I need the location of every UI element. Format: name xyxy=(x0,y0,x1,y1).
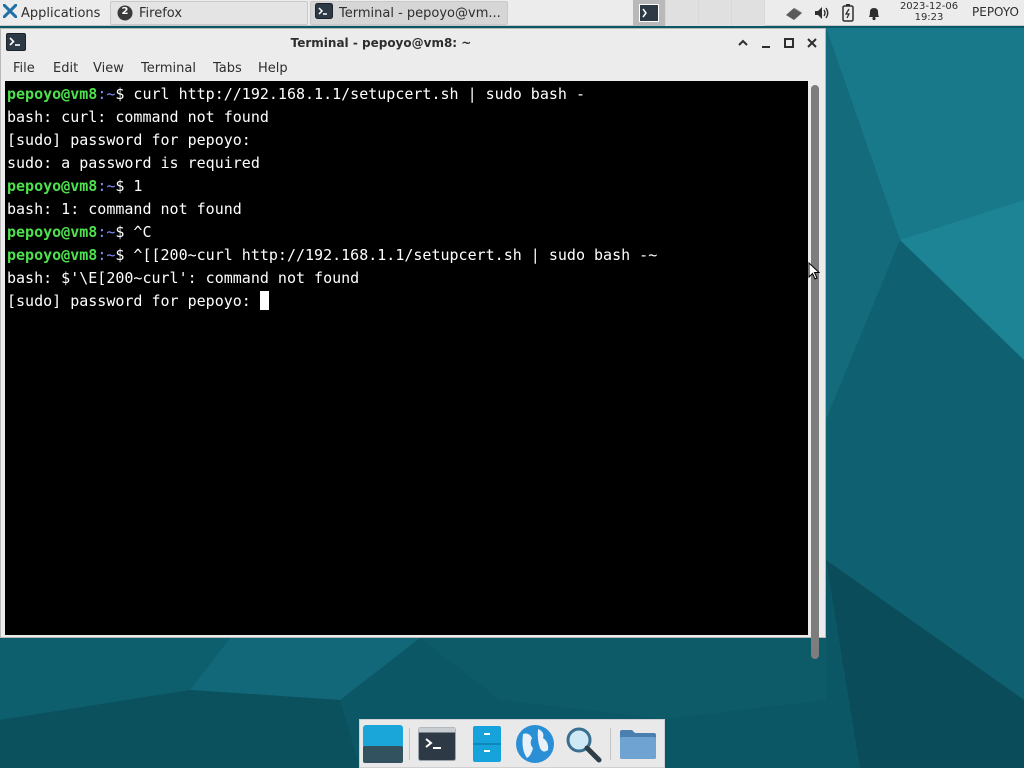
firefox-icon: 2 xyxy=(117,5,133,21)
file-manager-icon xyxy=(473,726,501,762)
battery-icon[interactable] xyxy=(838,3,858,23)
dock xyxy=(359,719,665,768)
text-cursor xyxy=(259,290,269,310)
line-text: sudo: a password is required xyxy=(7,154,260,172)
prompt-user: pepoyo@vm8 xyxy=(7,177,98,195)
taskbar-item-label: Terminal - pepoyo@vm... xyxy=(339,5,501,21)
terminal-line: [sudo] password for pepoyo: xyxy=(7,129,657,152)
bell-icon[interactable] xyxy=(864,3,884,23)
network-icon[interactable] xyxy=(784,3,804,23)
line-text: [sudo] password for pepoyo: xyxy=(7,292,260,310)
minimize-icon xyxy=(762,46,770,48)
web-browser-icon xyxy=(516,725,554,763)
terminal-icon xyxy=(639,4,659,22)
terminal-line: pepoyo@vm8:~$ ^[[200~curl http://192.168… xyxy=(7,244,657,267)
terminal-line: sudo: a password is required xyxy=(7,152,657,175)
dock-app-finder[interactable] xyxy=(561,723,605,765)
prompt-path: :~ xyxy=(97,177,116,195)
taskbar-item-firefox[interactable]: 2 Firefox xyxy=(110,1,308,25)
window-titlebar[interactable]: Terminal - pepoyo@vm8: ~ xyxy=(1,29,825,57)
terminal-line: bash: 1: command not found xyxy=(7,198,657,221)
dock-web-browser[interactable] xyxy=(513,723,557,765)
clock-date: 2023-12-06 xyxy=(899,1,959,12)
line-text: $ curl http://192.168.1.1/setupcert.sh |… xyxy=(115,85,585,103)
menu-view[interactable]: View xyxy=(93,61,124,76)
maximize-icon xyxy=(784,38,794,48)
line-text: $ 1 xyxy=(115,177,143,195)
window-title: Terminal - pepoyo@vm8: ~ xyxy=(290,36,472,50)
terminal-line: bash: $'\E[200~curl': command not found xyxy=(7,267,657,290)
menu-terminal[interactable]: Terminal xyxy=(141,61,196,76)
clock[interactable]: 2023-12-06 19:23 xyxy=(894,1,964,23)
maximize-button[interactable] xyxy=(781,35,797,51)
dock-folder[interactable] xyxy=(616,723,660,765)
applications-menu-button[interactable]: Applications xyxy=(0,0,108,26)
terminal-output[interactable]: pepoyo@vm8:~$ curl http://192.168.1.1/se… xyxy=(5,81,808,635)
menu-tabs[interactable]: Tabs xyxy=(213,61,242,76)
mouse-pointer-icon xyxy=(808,261,821,284)
terminal-line: pepoyo@vm8:~$ ^C xyxy=(7,221,657,244)
line-text: bash: $'\E[200~curl': command not found xyxy=(7,269,360,287)
xfce-logo-icon xyxy=(2,3,18,22)
terminal-line: bash: curl: command not found xyxy=(7,106,657,129)
prompt-user: pepoyo@vm8 xyxy=(7,223,98,241)
workspace-3[interactable] xyxy=(699,0,732,26)
close-button[interactable] xyxy=(804,35,820,51)
terminal-icon xyxy=(315,3,333,23)
prompt-path: :~ xyxy=(97,223,116,241)
line-text: [sudo] password for pepoyo: xyxy=(7,131,251,149)
line-text: $ ^C xyxy=(115,223,152,241)
dock-show-desktop[interactable] xyxy=(361,723,405,765)
menu-help[interactable]: Help xyxy=(258,61,288,76)
applications-label: Applications xyxy=(21,5,101,21)
menu-edit[interactable]: Edit xyxy=(53,61,78,76)
terminal-icon xyxy=(418,727,456,761)
workspace-4[interactable] xyxy=(732,0,765,26)
workspace-switcher xyxy=(633,0,765,26)
menubar: File Edit View Terminal Tabs Help xyxy=(1,57,825,81)
line-text: bash: 1: command not found xyxy=(7,200,242,218)
shade-button[interactable] xyxy=(735,35,751,51)
dock-separator xyxy=(409,728,410,760)
clock-time: 19:23 xyxy=(914,12,944,23)
vertical-scrollbar[interactable] xyxy=(810,83,820,661)
taskbar-item-terminal[interactable]: Terminal - pepoyo@vm... xyxy=(310,1,508,25)
prompt-path: :~ xyxy=(97,85,116,103)
firefox-window-count-badge: 2 xyxy=(121,6,129,17)
show-desktop-icon xyxy=(363,725,403,763)
menu-file[interactable]: File xyxy=(13,61,35,76)
close-icon xyxy=(807,38,817,48)
line-text: $ ^[[200~curl http://192.168.1.1/setupce… xyxy=(115,246,658,264)
line-text: bash: curl: command not found xyxy=(7,108,269,126)
workspace-1[interactable] xyxy=(633,0,666,26)
app-finder-icon xyxy=(566,727,602,763)
terminal-line: pepoyo@vm8:~$ 1 xyxy=(7,175,657,198)
folder-icon xyxy=(620,730,656,759)
taskbar-item-label: Firefox xyxy=(139,5,183,21)
volume-icon[interactable] xyxy=(812,3,832,23)
terminal-line: [sudo] password for pepoyo: xyxy=(7,290,657,313)
terminal-window: Terminal - pepoyo@vm8: ~ File Edit View … xyxy=(0,28,826,659)
dock-file-manager[interactable] xyxy=(465,723,509,765)
chevron-up-icon xyxy=(738,39,748,46)
minimize-button[interactable] xyxy=(758,35,774,51)
user-menu[interactable]: PEPOYO xyxy=(972,5,1019,19)
prompt-path: :~ xyxy=(97,246,116,264)
dock-separator xyxy=(610,728,611,760)
dock-terminal[interactable] xyxy=(415,723,459,765)
terminal-lines: pepoyo@vm8:~$ curl http://192.168.1.1/se… xyxy=(7,83,657,313)
scrollbar-thumb[interactable] xyxy=(811,85,819,659)
terminal-line: pepoyo@vm8:~$ curl http://192.168.1.1/se… xyxy=(7,83,657,106)
prompt-user: pepoyo@vm8 xyxy=(7,246,98,264)
top-panel: Applications 2 Firefox Terminal - pepoyo… xyxy=(0,0,1024,26)
prompt-user: pepoyo@vm8 xyxy=(7,85,98,103)
workspace-2[interactable] xyxy=(666,0,699,26)
